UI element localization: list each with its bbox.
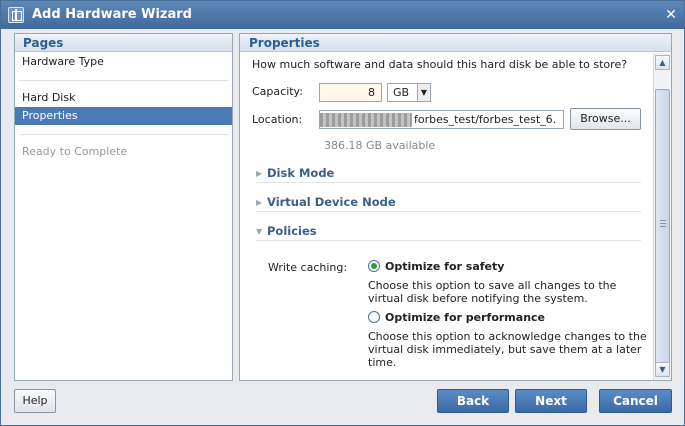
title-bar: Add Hardware Wizard ✕ [1,1,684,29]
capacity-unit-value: GB [393,86,410,99]
section-title: Policies [267,224,317,238]
collapsed-triangle-icon: ▶ [256,169,263,178]
safety-radio[interactable] [368,260,380,272]
dropdown-arrow-icon[interactable]: ▼ [417,84,430,101]
page-item-ready-to-complete: Ready to Complete [22,145,128,158]
wizard-window: Add Hardware Wizard ✕ Pages Hardware Typ… [0,0,685,426]
browse-button[interactable]: Browse... [570,108,641,130]
section-rule [256,182,641,183]
section-rule [256,240,641,241]
capacity-unit-select[interactable]: GB ▼ [387,83,431,102]
help-button[interactable]: Help [14,389,56,413]
section-virtual-device-node[interactable]: ▶ Virtual Device Node [256,195,641,212]
back-button[interactable]: Back [437,389,509,413]
safety-option-label[interactable]: Optimize for safety [385,260,504,273]
section-policies[interactable]: ▼ Policies [256,224,641,241]
properties-panel: Properties How much software and data sh… [239,33,672,381]
performance-option-label[interactable]: Optimize for performance [385,311,545,324]
performance-option-description: Choose this option to acknowledge change… [368,330,647,369]
page-divider [19,134,228,135]
scrollbar-thumb[interactable] [655,89,670,364]
section-title: Virtual Device Node [267,195,396,209]
section-rule [256,211,641,212]
capacity-label: Capacity: [252,85,303,98]
capacity-input[interactable]: 8 [319,83,382,102]
page-item-properties[interactable]: Properties [15,107,232,125]
page-item-hard-disk[interactable]: Hard Disk [15,89,232,107]
pages-panel: Pages Hardware Type Hard Disk Properties… [14,33,233,381]
capacity-question: How much software and data should this h… [252,58,628,71]
page-divider [19,80,228,81]
location-label: Location: [252,113,303,126]
expanded-triangle-icon: ▼ [256,227,263,236]
vertical-scrollbar[interactable]: ▲ ▼ [653,53,671,380]
scroll-down-icon[interactable]: ▼ [655,362,670,377]
location-value: forbes_test/forbes_test_6. [414,113,557,126]
window-title: Add Hardware Wizard [32,7,192,22]
section-title: Disk Mode [267,166,335,180]
properties-content: How much software and data should this h… [240,53,653,380]
next-button[interactable]: Next [515,389,587,413]
performance-radio[interactable] [368,311,380,323]
scroll-up-icon[interactable]: ▲ [655,55,670,70]
redacted-path [320,113,412,127]
page-item-hardware-type[interactable]: Hardware Type [15,53,232,71]
available-space: 386.18 GB available [324,139,436,152]
safety-option-description: Choose this option to save all changes t… [368,279,617,305]
wizard-icon [8,7,24,23]
close-icon[interactable]: ✕ [663,7,679,23]
section-disk-mode[interactable]: ▶ Disk Mode [256,166,641,183]
collapsed-triangle-icon: ▶ [256,198,263,207]
write-caching-label: Write caching: [268,261,348,274]
pages-header: Pages [15,34,232,52]
location-input[interactable]: forbes_test/forbes_test_6. [319,110,564,129]
properties-header: Properties [240,34,671,52]
scrollbar-grip [660,220,666,227]
cancel-button[interactable]: Cancel [599,389,672,413]
